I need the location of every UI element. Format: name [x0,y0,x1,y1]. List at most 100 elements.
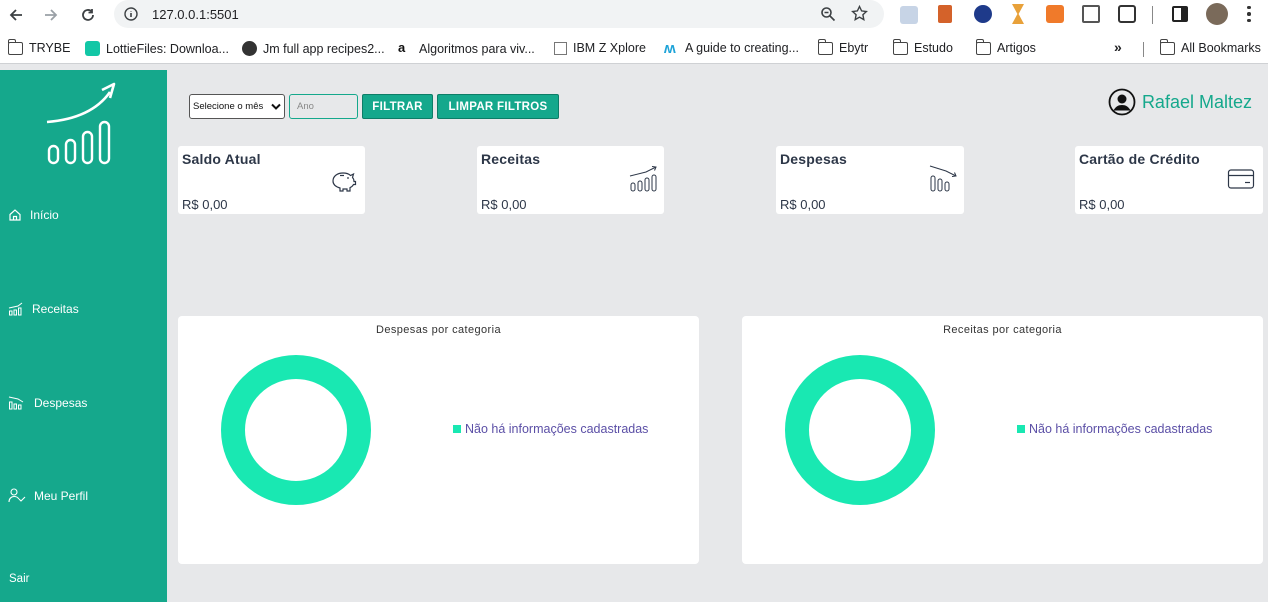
extensions-puzzle-icon[interactable] [1118,5,1136,23]
folder-icon [817,38,833,55]
bookmark-label: Artigos [997,41,1036,55]
card-cartao-credito: Cartão de Crédito R$ 0,00 [1075,146,1263,214]
expenses-chart: Despesas por categoria Não há informaçõe… [178,316,699,564]
user-profile[interactable]: Rafael Maltez [1108,88,1252,116]
sidebar-item-label: Despesas [34,396,88,410]
sidebar-item-inicio[interactable]: Início [8,208,59,222]
user-name: Rafael Maltez [1141,91,1252,112]
income-donut [785,355,935,505]
bookmark-lottiefiles[interactable]: LottieFiles: Downloa... [85,41,229,56]
sidebar-item-despesas[interactable]: Despesas [8,396,87,410]
folder-icon [975,38,991,55]
year-placeholder: Ano [297,101,314,112]
extension-react-icon[interactable] [900,6,918,24]
info-icon[interactable] [124,7,138,21]
card-value: R$ 0,00 [780,197,826,212]
logout-link[interactable]: Sair [9,573,29,585]
sidebar: Início Receitas Despesas Meu Perfil Sair [0,70,167,602]
sidebar-item-label: Início [30,208,59,222]
legend-label: Não há informações cadastradas [465,422,649,436]
bookmark-label: IBM Z Xplore [573,41,646,55]
bookmark-ebytr[interactable]: Ebytr [817,38,869,55]
extension-hourglass-icon[interactable] [1012,4,1024,24]
legend-swatch [453,425,461,433]
ibm-icon [554,41,567,55]
bookmark-label: TRYBE [29,41,71,55]
guide-icon: ʍ [664,39,676,57]
card-title: Cartão de Crédito [1079,151,1200,167]
chart-title: Despesas por categoria [376,324,501,336]
github-icon [242,41,257,56]
card-value: R$ 0,00 [481,197,527,212]
divider [1152,6,1153,24]
amazon-icon: a [398,40,406,55]
chart-down-icon [929,165,957,192]
card-title: Receitas [481,151,541,167]
bookmark-guide[interactable]: ʍ A guide to creating... [664,39,799,57]
sidebar-item-receitas[interactable]: Receitas [8,302,79,316]
month-select[interactable]: Selecione o mês [189,94,285,119]
bookmark-label: Estudo [914,41,953,55]
divider [1143,42,1144,57]
bookmark-ibm[interactable]: IBM Z Xplore [554,41,646,55]
forward-button[interactable] [38,2,64,28]
sidebar-item-label: Meu Perfil [34,488,89,503]
bookmark-amazon[interactable]: a Algoritmos para viv... [398,41,535,56]
bookmark-label: All Bookmarks [1181,41,1261,55]
user-avatar-icon [1108,88,1136,116]
card-title: Despesas [780,151,847,167]
card-despesas: Despesas R$ 0,00 [776,146,964,214]
all-bookmarks[interactable]: All Bookmarks [1159,38,1261,55]
back-button[interactable] [3,2,29,28]
bookmark-label: Ebytr [839,41,869,55]
donut-ring [785,355,935,505]
bookmark-label: LottieFiles: Downloa... [106,41,229,56]
url-text: 127.0.0.1:5501 [152,6,239,22]
sidebar-item-meu-perfil[interactable]: Meu Perfil [8,488,88,503]
chart-up-icon [629,166,657,192]
card-title: Saldo Atual [182,151,261,167]
reload-icon [82,9,94,21]
year-input[interactable]: Ano [289,94,358,119]
reload-button[interactable] [75,2,101,28]
legend-swatch [1017,425,1025,433]
bookmark-estudo[interactable]: Estudo [892,38,953,55]
extension-book-icon[interactable] [938,5,952,23]
bookmarks-bar: TRYBE LottieFiles: Downloa... Jm full ap… [0,34,1268,64]
sidepanel-icon[interactable] [1172,6,1188,22]
chart-legend[interactable]: Não há informações cadastradas [453,422,648,436]
filter-button[interactable]: FILTRAR [362,94,433,119]
income-chart: Receitas por categoria Não há informaçõe… [742,316,1263,564]
chart-title: Receitas por categoria [943,324,1062,336]
more-label: » [1114,39,1122,55]
extension-globe-icon[interactable] [974,5,992,23]
arrow-right-icon [45,9,58,21]
filter-bar: Selecione o mês Ano FILTRAR LIMPAR FILTR… [189,94,559,119]
address-bar[interactable]: 127.0.0.1:5501 [114,0,884,28]
bookmark-label: Algoritmos para viv... [419,41,535,56]
folder-icon [1159,38,1175,55]
profile-avatar-icon[interactable] [1206,3,1228,25]
user-check-icon [8,488,26,503]
bookmark-artigos[interactable]: Artigos [975,38,1036,55]
menu-dots-icon[interactable] [1246,4,1252,24]
zoom-icon[interactable] [820,6,836,22]
legend-label: Não há informações cadastradas [1029,422,1213,436]
bookmark-github[interactable]: Jm full app recipes2... [242,41,385,56]
extension-orange-icon[interactable] [1046,5,1064,23]
logo-icon [46,82,116,165]
bookmark-label: A guide to creating... [685,41,799,55]
chart-up-icon [8,302,23,316]
arrow-left-icon [9,9,22,21]
home-icon [9,209,21,221]
star-icon[interactable] [851,5,868,22]
bookmark-trybe[interactable]: TRYBE [7,38,71,55]
more-bookmarks-button[interactable]: » [1114,39,1122,55]
clear-filters-button[interactable]: LIMPAR FILTROS [437,94,559,119]
credit-card-icon [1227,169,1255,189]
chart-legend[interactable]: Não há informações cadastradas [1017,422,1212,436]
logout-label: Sair [9,573,30,585]
extension-calendar-icon[interactable] [1082,5,1100,23]
lottie-icon [85,41,100,56]
chevron-down-icon [271,103,281,110]
